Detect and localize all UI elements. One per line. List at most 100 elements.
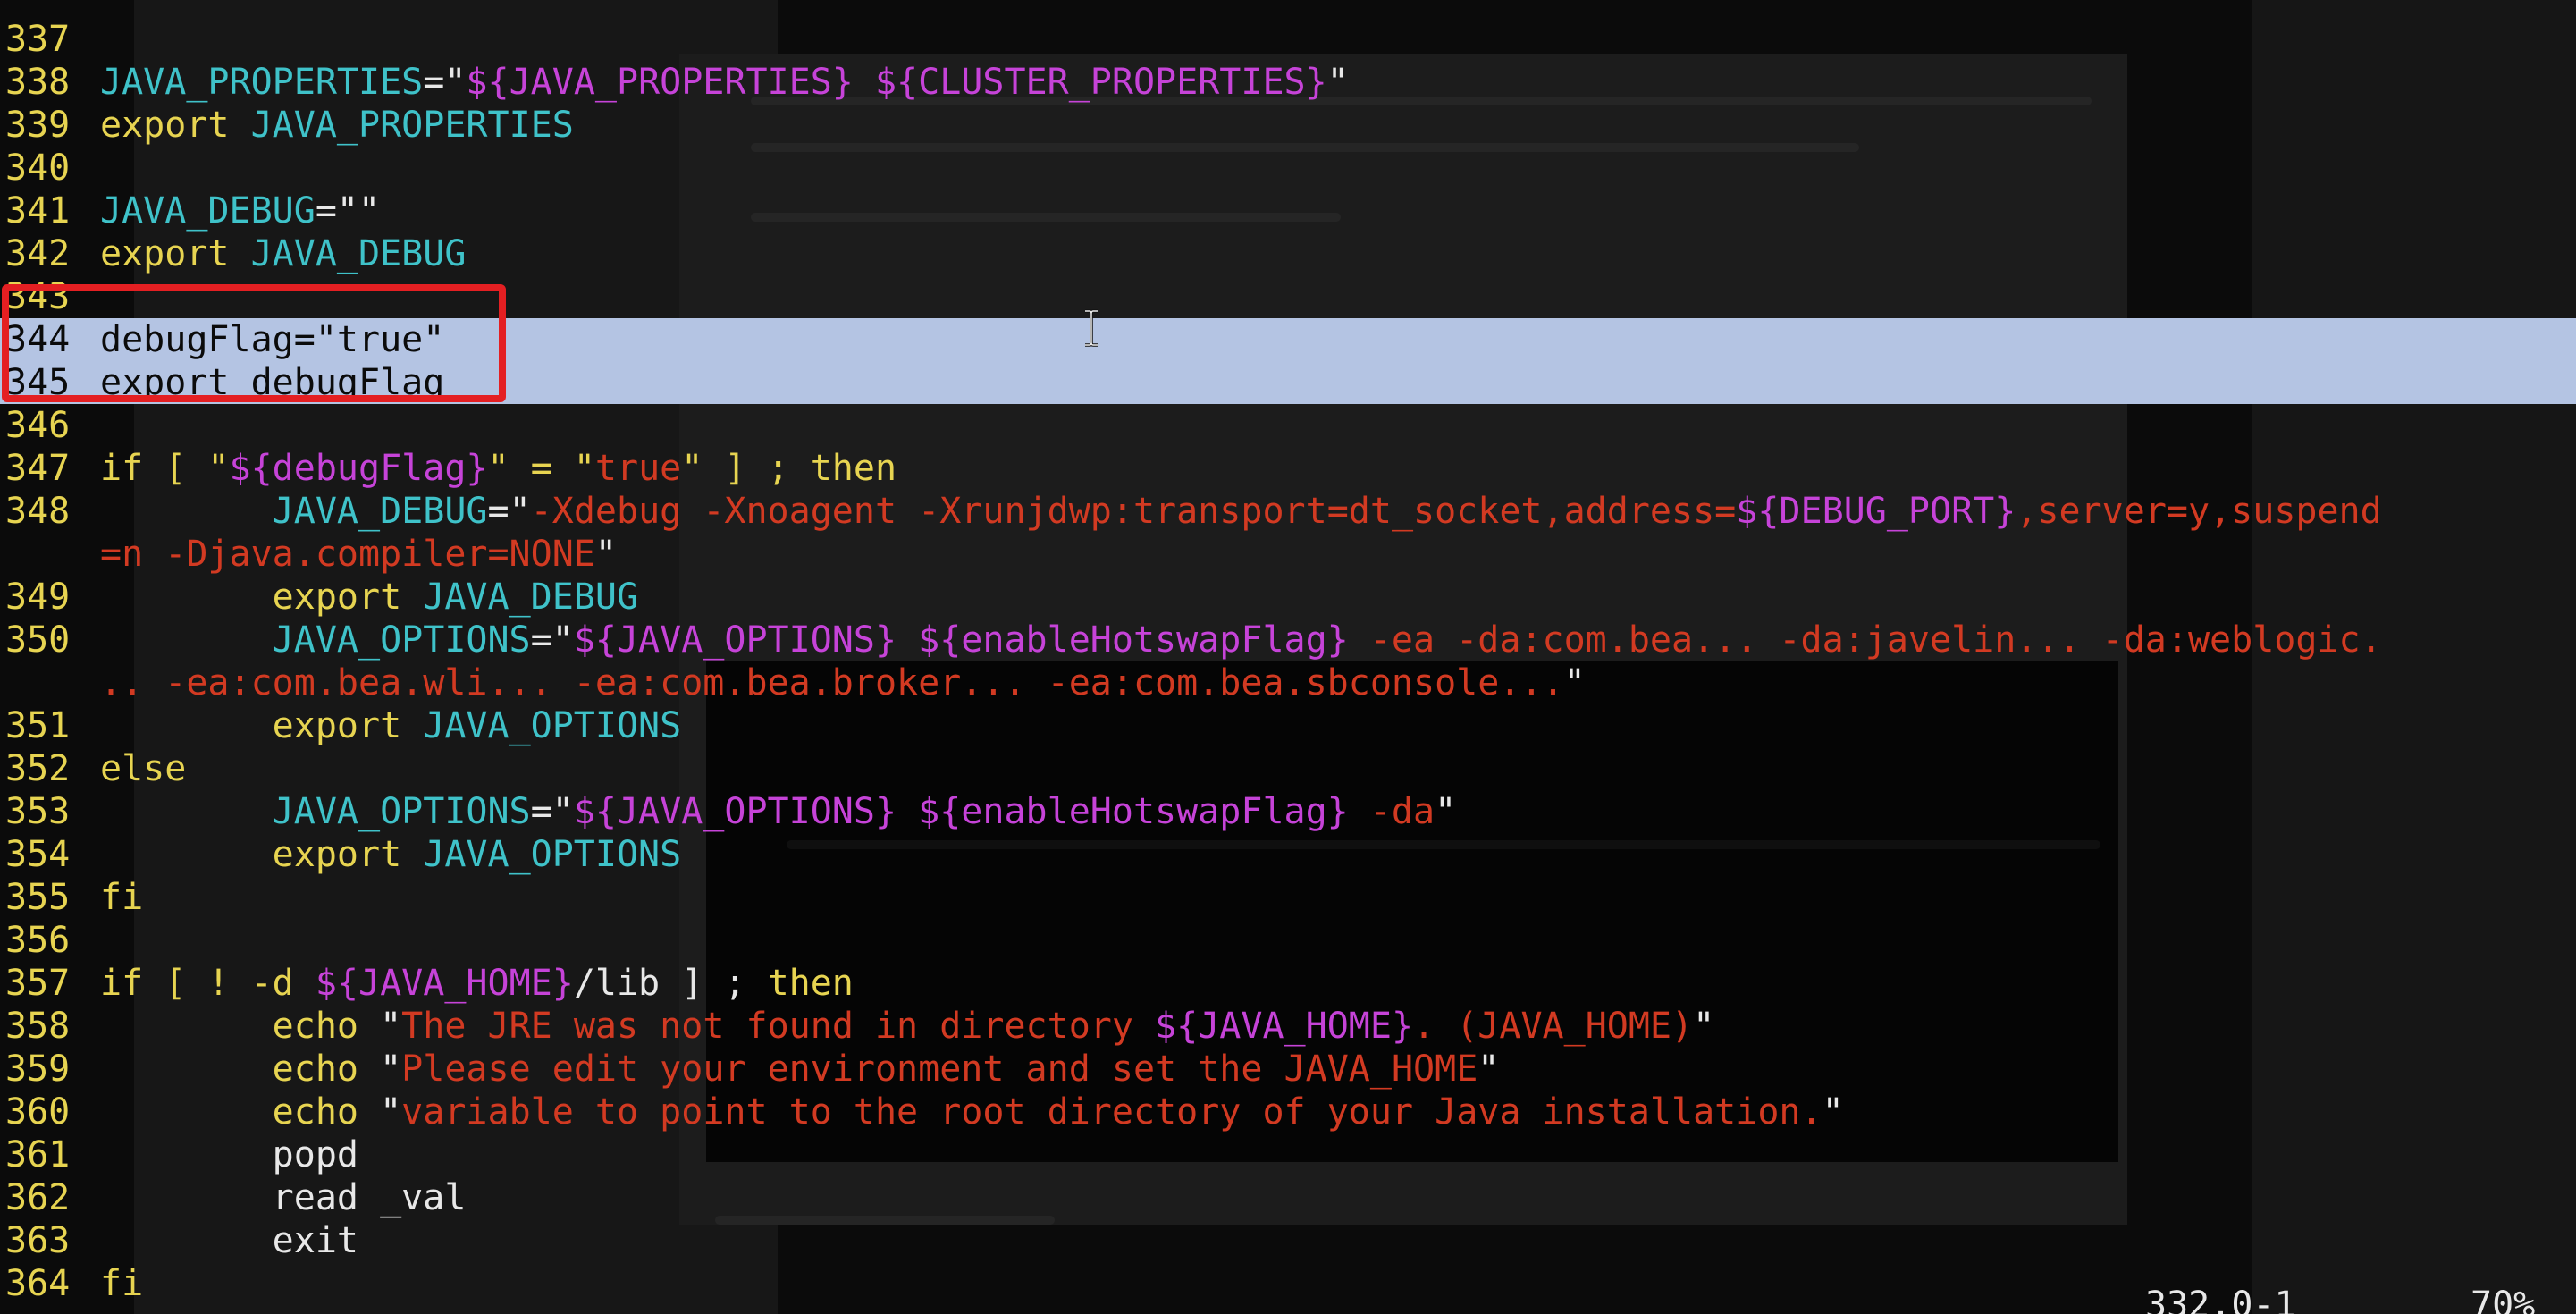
code-token: export [100,577,424,618]
code-line[interactable]: 340 [0,147,2576,190]
code-token: JAVA_OPTIONS [100,619,531,661]
line-content: JAVA_PROPERTIES="${JAVA_PROPERTIES} ${CL… [100,61,1349,104]
line-number: 361 [5,1134,71,1175]
code-token: export [100,705,424,746]
annotation-highlight-box [2,284,506,402]
code-token: The JRE was not found in directory [401,1006,1156,1047]
code-line[interactable]: 338 JAVA_PROPERTIES="${JAVA_PROPERTIES} $… [0,61,2576,104]
code-line[interactable]: 359 echo "Please edit your environment a… [0,1048,2576,1091]
code-token: echo [100,1006,381,1047]
line-content: read _val [100,1176,467,1219]
code-token: .. -ea:com.bea.wli... -ea:com.bea.broker… [100,662,1564,703]
line-number: 355 [5,877,71,918]
code-token: . (JAVA_HOME) [1413,1006,1694,1047]
code-line[interactable]: 358 echo "The JRE was not found in direc… [0,1005,2576,1048]
code-token: JAVA_DEBUG [250,233,467,274]
vim-status-line: 332,0-1 70% [2145,1287,2576,1314]
code-line[interactable]: 360 echo "variable to point to the root … [0,1091,2576,1133]
code-line-wrap[interactable]: =n -Djava.compiler=NONE" [0,533,2576,576]
line-content: JAVA_DEBUG="" [100,190,380,232]
code-token: " [380,1049,402,1090]
line-content: export JAVA_DEBUG [100,576,638,619]
code-token: =" [530,791,574,832]
code-line[interactable]: 341 JAVA_DEBUG="" [0,190,2576,232]
code-token: JAVA_DEBUG [423,577,639,618]
code-token: =" [423,62,467,103]
code-line[interactable]: 350 JAVA_OPTIONS="${JAVA_OPTIONS} ${enab… [0,619,2576,661]
code-token: " ] ; then [681,448,897,489]
code-line[interactable]: 356 [0,919,2576,962]
code-token: ${DEBUG_PORT} [1736,491,2016,532]
code-token: then [767,963,854,1004]
code-token: " [594,534,617,575]
code-line[interactable]: 337 [0,18,2576,61]
code-line[interactable]: 353 JAVA_OPTIONS="${JAVA_OPTIONS} ${enab… [0,790,2576,833]
code-line[interactable]: 349 export JAVA_DEBUG [0,576,2576,619]
code-token: variable to point to the root directory … [401,1091,1823,1133]
code-line-wrap[interactable]: .. -ea:com.bea.wli... -ea:com.bea.broker… [0,661,2576,704]
line-content: echo "variable to point to the root dire… [100,1091,1844,1133]
code-token: popd [100,1134,358,1175]
code-line[interactable]: 351 export JAVA_OPTIONS [0,704,2576,747]
line-content: JAVA_OPTIONS="${JAVA_OPTIONS} ${enableHo… [100,790,1457,833]
code-line[interactable]: 354 export JAVA_OPTIONS [0,833,2576,876]
line-content: .. -ea:com.bea.wli... -ea:com.bea.broker… [100,661,1586,704]
code-token: ${JAVA_PROPERTIES} ${CLUSTER_PROPERTIES} [466,62,1327,103]
code-line[interactable]: 363 exit [0,1219,2576,1262]
code-token: else [100,748,187,789]
code-token: JAVA_OPTIONS [100,791,531,832]
line-content: =n -Djava.compiler=NONE" [100,533,617,576]
code-token: ${JAVA_HOME} [1155,1006,1414,1047]
code-line[interactable]: 357 if [ ! -d ${JAVA_HOME}/lib ] ; then [0,962,2576,1005]
code-line[interactable]: 346 [0,404,2576,447]
code-line[interactable]: 352 else [0,747,2576,790]
line-number: 352 [5,748,71,789]
code-token: export [100,105,251,146]
line-number: 338 [5,62,71,103]
code-token: =n -Djava.compiler=NONE [100,534,595,575]
code-token: echo [100,1049,381,1090]
code-token: -Xdebug -Xnoagent -Xrunjdwp:transport=dt… [530,491,1737,532]
code-token: JAVA_PROPERTIES [250,105,574,146]
code-line[interactable]: 362 read _val [0,1176,2576,1219]
line-number: 337 [5,19,71,60]
code-token: " [380,1006,402,1047]
code-line[interactable]: 348 JAVA_DEBUG="-Xdebug -Xnoagent -Xrunj… [0,490,2576,533]
line-content: export JAVA_PROPERTIES [100,104,574,147]
vim-editor[interactable]: 337 338 JAVA_PROPERTIES="${JAVA_PROPERTIES… [0,0,2576,1314]
code-line[interactable]: 339 export JAVA_PROPERTIES [0,104,2576,147]
code-token: export [100,233,251,274]
line-number: 357 [5,963,71,1004]
code-token: exit [100,1220,358,1261]
line-number: 354 [5,834,71,875]
line-number: 349 [5,577,71,618]
line-number: 356 [5,920,71,961]
code-token: fi [100,1263,144,1304]
code-token: =" [487,491,531,532]
line-content: export JAVA_DEBUG [100,232,466,275]
code-token: -ea -da:com.bea... -da:javelin... -da:we… [1348,619,2382,661]
code-token: ${JAVA_OPTIONS} ${enableHotswapFlag} [573,791,1349,832]
line-number: 358 [5,1006,71,1047]
code-line[interactable]: 347 if [ "${debugFlag}" = "true" ] ; then [0,447,2576,490]
line-content: JAVA_OPTIONS="${JAVA_OPTIONS} ${enableHo… [100,619,2382,661]
line-content: else [100,747,186,790]
code-token: ${JAVA_OPTIONS} ${enableHotswapFlag} [573,619,1349,661]
code-token: fi [100,877,144,918]
code-token: if [ ! -d [100,963,316,1004]
i-beam-cursor-icon [1085,309,1098,347]
cursor-position: 332,0-1 [2145,1285,2296,1314]
code-token: JAVA_DEBUG [100,491,488,532]
line-number: 339 [5,105,71,146]
code-line[interactable]: 342 export JAVA_DEBUG [0,232,2576,275]
code-token: ${debugFlag} [229,448,488,489]
line-content: popd [100,1133,358,1176]
code-line[interactable]: 361 popd [0,1133,2576,1176]
line-number: 363 [5,1220,71,1261]
line-content: fi [100,1262,143,1305]
line-content: exit [100,1219,358,1262]
line-number: 341 [5,190,71,232]
code-token: ${JAVA_HOME} [315,963,574,1004]
code-line[interactable]: 355 fi [0,876,2576,919]
line-number: 362 [5,1177,71,1218]
